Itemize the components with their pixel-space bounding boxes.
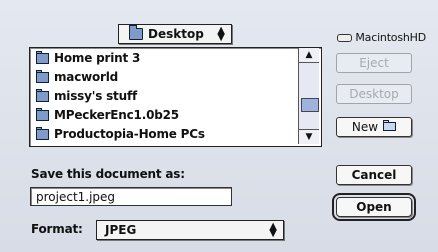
cancel-button[interactable]: Cancel <box>336 165 412 185</box>
scroll-thumb[interactable] <box>301 98 319 112</box>
file-list[interactable]: Home print 3 macworld missy's stuff MPec… <box>29 47 322 147</box>
desktop-button[interactable]: Desktop <box>336 84 412 104</box>
location-popup-label: Desktop <box>148 27 204 41</box>
list-item-label: missy's stuff <box>54 88 137 103</box>
down-arrow-icon[interactable]: ▼ <box>299 129 319 144</box>
desktop-button-label: Desktop <box>349 87 399 101</box>
open-button[interactable]: Open <box>332 193 416 221</box>
list-item-label: Productopia-Home PCs <box>54 126 205 141</box>
folder-icon <box>36 108 49 121</box>
list-item[interactable]: Productopia-Home PCs <box>30 124 321 143</box>
format-popup[interactable]: JPEG ▲ ▼ <box>96 220 284 240</box>
disk-label: MacintoshHD <box>355 31 426 44</box>
new-folder-icon <box>383 120 397 134</box>
eject-button[interactable]: Eject <box>336 53 412 73</box>
new-button-label: New <box>351 120 379 134</box>
up-arrow-icon[interactable]: ▲ <box>299 48 319 63</box>
folder-icon <box>36 70 49 83</box>
folder-icon <box>129 25 143 40</box>
list-item[interactable]: MPeckerEnc1.0b25 <box>30 105 321 124</box>
folder-icon <box>36 127 49 140</box>
popup-arrows-icon: ▲ ▼ <box>217 25 225 43</box>
folder-icon <box>36 51 49 64</box>
filename-value: project1.jpeg <box>36 189 116 204</box>
open-button-label: Open <box>356 200 392 214</box>
popup-arrows-icon: ▲ ▼ <box>269 221 277 239</box>
list-item-label: macworld <box>54 69 119 84</box>
new-folder-button[interactable]: New <box>336 117 412 137</box>
location-popup[interactable]: Desktop ▲ ▼ <box>118 24 232 44</box>
list-item[interactable]: missy's stuff <box>30 86 321 105</box>
list-item-label: MPeckerEnc1.0b25 <box>54 107 179 122</box>
format-label: Format: <box>31 222 83 236</box>
filename-field[interactable]: project1.jpeg <box>30 187 232 206</box>
folder-icon <box>36 89 49 102</box>
list-item-label: Home print 3 <box>54 50 141 65</box>
disk-icon <box>337 33 353 42</box>
disk-name: MacintoshHD <box>337 31 426 44</box>
cancel-button-label: Cancel <box>351 168 397 182</box>
eject-button-label: Eject <box>359 56 389 70</box>
list-scrollbar[interactable]: ▲ ▼ <box>298 48 319 144</box>
format-popup-value: JPEG <box>105 223 137 237</box>
list-item[interactable]: macworld <box>30 67 321 86</box>
save-dialog: Desktop ▲ ▼ MacintoshHD Home print 3 macw… <box>0 0 438 252</box>
list-item[interactable]: Home print 3 <box>30 48 321 67</box>
save-as-label: Save this document as: <box>31 167 185 181</box>
